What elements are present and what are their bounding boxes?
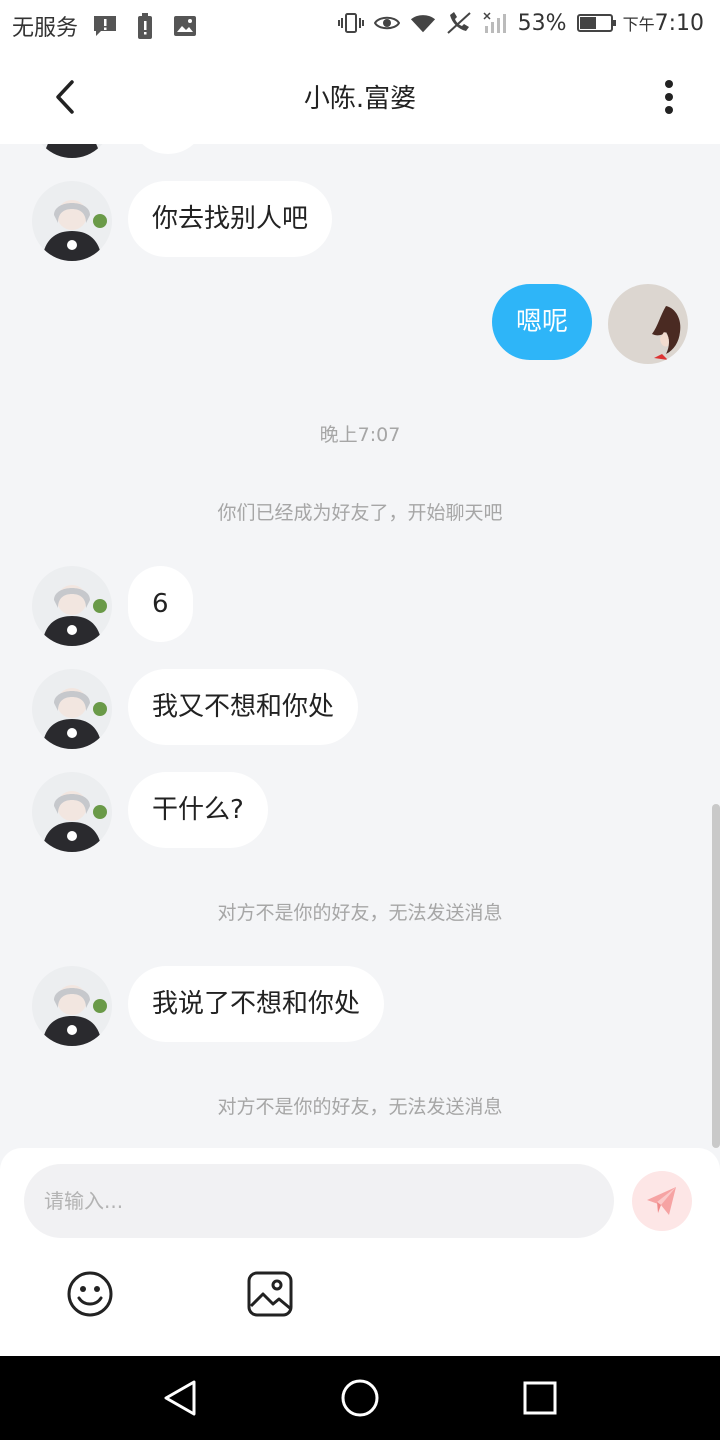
more-vertical-icon: [665, 80, 673, 114]
signal-icon: [482, 10, 508, 36]
scrollbar[interactable]: [712, 804, 720, 1148]
carrier-label: 无服务: [12, 16, 79, 41]
square-recents-icon: [523, 1381, 557, 1415]
message-bubble[interactable]: 我又不想和你处: [128, 669, 359, 745]
wifi-icon: [410, 10, 436, 36]
contact-avatar[interactable]: [32, 566, 112, 646]
triangle-back-icon: [164, 1380, 196, 1416]
message-bubble-partial: [130, 144, 206, 154]
paper-plane-icon: [647, 1187, 676, 1215]
circle-home-icon: [341, 1379, 379, 1417]
message-bubble[interactable]: 干什么?: [128, 772, 268, 848]
page-title: 小陈.富婆: [303, 84, 417, 114]
message-input[interactable]: [24, 1164, 614, 1238]
vibrate-icon: [337, 10, 364, 36]
timestamp: 晚上7:07: [319, 424, 401, 446]
nav-recents-button[interactable]: [518, 1376, 562, 1420]
message-list[interactable]: 你去找别人吧 嗯呢 晚上7:07 你们已经成为好友了，开始聊天吧 6 我又不想和…: [0, 144, 720, 1148]
image-icon: [247, 1271, 293, 1317]
send-button[interactable]: [632, 1171, 692, 1231]
nav-back-button[interactable]: [158, 1376, 202, 1420]
my-avatar[interactable]: [608, 284, 688, 364]
message-bubble[interactable]: 我说了不想和你处: [128, 966, 385, 1042]
contact-avatar[interactable]: [32, 144, 112, 158]
more-options-button[interactable]: [644, 72, 694, 122]
emoji-button[interactable]: [66, 1270, 114, 1318]
smiley-icon: [67, 1271, 113, 1317]
contact-avatar[interactable]: [32, 966, 112, 1046]
battery-icon: [576, 14, 616, 32]
eye-comfort-icon: [373, 10, 400, 36]
status-time: 7:10: [654, 10, 704, 36]
time-period: 下午: [622, 14, 655, 34]
contact-avatar[interactable]: [32, 181, 112, 261]
contact-avatar[interactable]: [32, 669, 112, 749]
system-notice: 你们已经成为好友了，开始聊天吧: [217, 502, 503, 524]
battery-alert-icon: [132, 13, 158, 39]
battery-percent: 53%: [517, 10, 567, 36]
image-picker-button[interactable]: [246, 1270, 294, 1318]
my-message-bubble[interactable]: 嗯呢: [491, 284, 592, 360]
system-navigation-bar: [0, 1356, 720, 1440]
nav-home-button[interactable]: [338, 1376, 382, 1420]
system-notice: 对方不是你的好友，无法发送消息: [217, 1096, 503, 1118]
contact-avatar[interactable]: [32, 772, 112, 852]
chat-header: 小陈.富婆: [0, 50, 720, 144]
no-call-icon: [446, 10, 472, 36]
message-notification-icon: [92, 13, 118, 39]
system-notice: 对方不是你的好友，无法发送消息: [217, 902, 503, 924]
image-notification-icon: [172, 13, 198, 39]
message-bubble[interactable]: 你去找别人吧: [128, 181, 333, 257]
input-panel: [0, 1148, 720, 1356]
message-bubble[interactable]: 6: [128, 566, 193, 642]
status-bar: 无服务 53% 下午7:10: [0, 0, 720, 50]
